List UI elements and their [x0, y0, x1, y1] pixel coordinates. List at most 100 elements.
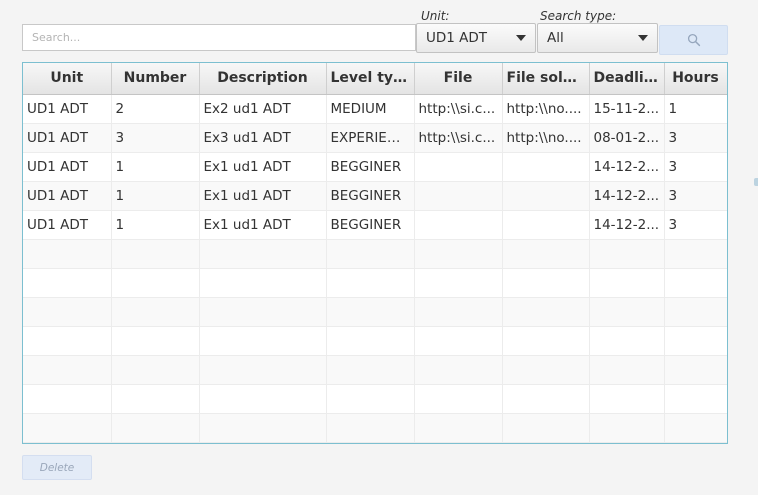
table-cell: BEGGINER [326, 210, 415, 240]
column-header-file-solution[interactable]: File solut... [502, 63, 590, 95]
table-cell: 2 [111, 94, 200, 124]
table-cell [589, 384, 665, 414]
table-cell [111, 239, 200, 269]
column-header-hours[interactable]: Hours [664, 63, 727, 95]
unit-filter-label: Unit: [421, 9, 450, 23]
table-row[interactable]: UD1 ADT 3 Ex3 ud1 ADT EXPERIEN... http:\\si.… [23, 123, 727, 153]
table-cell [414, 326, 503, 356]
empty-table-row [23, 355, 727, 385]
table-cell [414, 239, 503, 269]
table-cell [414, 268, 503, 298]
table-cell: EXPERIEN... [326, 123, 415, 153]
table-cell: Ex1 ud1 ADT [199, 152, 327, 182]
table-cell [589, 239, 665, 269]
scroll-handle[interactable] [754, 178, 758, 186]
delete-button[interactable]: Delete [22, 455, 92, 480]
table-cell: UD1 ADT [23, 210, 112, 240]
table-cell [664, 268, 727, 298]
table-row[interactable]: UD1 ADT 1 Ex1 ud1 ADT BEGGINER 14-12-2... 3 [23, 152, 727, 182]
search-type-select[interactable]: All [537, 23, 658, 53]
table-cell: 1 [111, 210, 200, 240]
table-cell [199, 268, 327, 298]
table-cell: Ex3 ud1 ADT [199, 123, 327, 153]
column-header-number[interactable]: Number [111, 63, 200, 95]
table-cell [664, 355, 727, 385]
table-cell: 14-12-2... [589, 210, 665, 240]
table-cell [589, 326, 665, 356]
column-header-deadline[interactable]: Deadline [589, 63, 665, 95]
table-cell: 15-11-2... [589, 94, 665, 124]
table-row[interactable]: UD1 ADT 2 Ex2 ud1 ADT MEDIUM http:\\si.c... h… [23, 94, 727, 124]
table-cell: UD1 ADT [23, 152, 112, 182]
table-cell: 14-12-2... [589, 181, 665, 211]
empty-table-row [23, 297, 727, 327]
table-cell [414, 297, 503, 327]
table-cell [502, 297, 590, 327]
chevron-down-icon [638, 35, 648, 41]
search-input[interactable] [22, 24, 416, 51]
table-cell [502, 413, 590, 443]
empty-table-row [23, 239, 727, 269]
table-cell [326, 239, 415, 269]
search-type-select-value: All [547, 30, 564, 46]
table-cell [502, 355, 590, 385]
table-cell: 3 [664, 181, 727, 211]
table-cell: 3 [111, 123, 200, 153]
table-cell: 1 [111, 181, 200, 211]
table-row[interactable]: UD1 ADT 1 Ex1 ud1 ADT BEGGINER 14-12-2... 3 [23, 210, 727, 240]
column-header-file[interactable]: File [414, 63, 503, 95]
table-cell [414, 384, 503, 414]
table-cell [23, 413, 112, 443]
table-cell [23, 297, 112, 327]
table-cell [199, 297, 327, 327]
table-cell: 3 [664, 123, 727, 153]
empty-table-row [23, 326, 727, 356]
column-header-level-type[interactable]: Level type [326, 63, 415, 95]
search-button[interactable] [659, 25, 728, 55]
table-cell: Ex2 ud1 ADT [199, 94, 327, 124]
empty-table-row [23, 268, 727, 298]
table-cell [199, 239, 327, 269]
table-cell [502, 239, 590, 269]
table-cell [326, 297, 415, 327]
table-row[interactable]: UD1 ADT 1 Ex1 ud1 ADT BEGGINER 14-12-2... 3 [23, 181, 727, 211]
table-cell [664, 297, 727, 327]
table-cell: 08-01-2... [589, 123, 665, 153]
table-cell [199, 413, 327, 443]
table-cell [326, 384, 415, 414]
empty-table-row [23, 413, 727, 443]
column-header-description[interactable]: Description [199, 63, 327, 95]
search-icon [687, 33, 700, 47]
table-cell [589, 297, 665, 327]
table-cell [199, 384, 327, 414]
table-cell: MEDIUM [326, 94, 415, 124]
table-cell: http:\\no.... [502, 123, 590, 153]
table-cell [111, 297, 200, 327]
table-cell [326, 355, 415, 385]
table-cell: 1 [111, 152, 200, 182]
exercises-table[interactable]: Unit Number Description Level type File … [22, 62, 728, 444]
table-cell [414, 355, 503, 385]
table-cell: 14-12-2... [589, 152, 665, 182]
chevron-down-icon [516, 35, 526, 41]
table-cell [589, 355, 665, 385]
table-cell: Ex1 ud1 ADT [199, 181, 327, 211]
unit-select[interactable]: UD1 ADT [416, 23, 536, 53]
column-header-unit[interactable]: Unit [23, 63, 112, 95]
table-cell [111, 326, 200, 356]
table-cell: 3 [664, 152, 727, 182]
table-cell [502, 326, 590, 356]
table-cell: http:\\no.... [502, 94, 590, 124]
table-cell [23, 384, 112, 414]
search-type-filter-label: Search type: [540, 9, 617, 23]
table-cell: UD1 ADT [23, 123, 112, 153]
table-header-row: Unit Number Description Level type File … [23, 63, 727, 95]
table-cell [111, 355, 200, 385]
table-cell [502, 268, 590, 298]
table-cell: 3 [664, 210, 727, 240]
table-cell [664, 413, 727, 443]
table-cell [111, 413, 200, 443]
table-cell [414, 152, 503, 182]
table-cell [502, 210, 590, 240]
table-cell [23, 355, 112, 385]
